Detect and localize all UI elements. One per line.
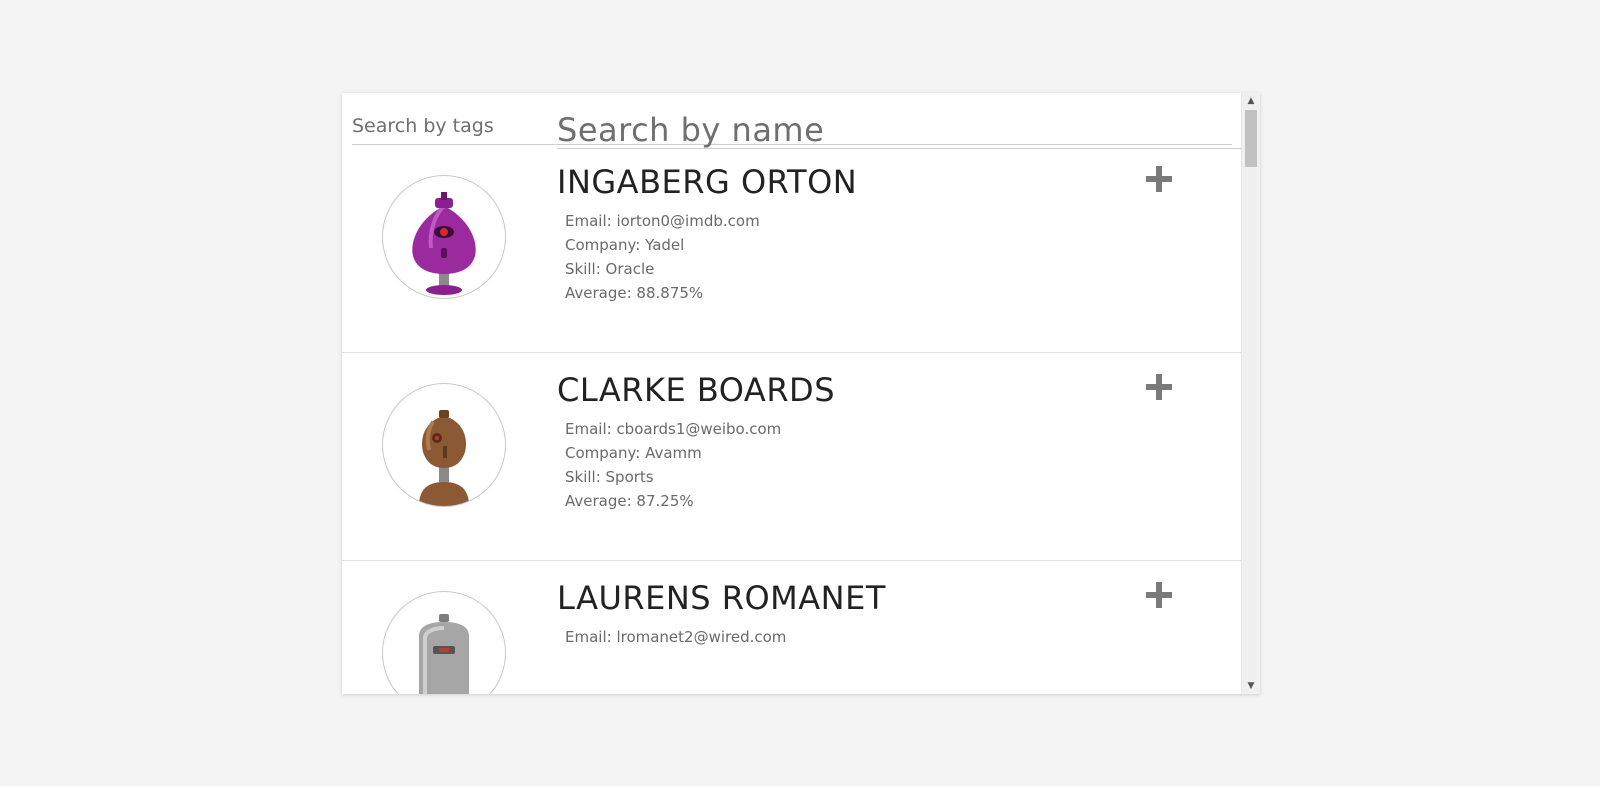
robot-avatar-gray-icon xyxy=(419,614,469,694)
plus-icon xyxy=(1146,166,1172,192)
expand-grades-button[interactable] xyxy=(1143,163,1175,195)
student-details: Email: iorton0@imdb.com Company: Yadel S… xyxy=(565,209,760,305)
student-average: Average: 88.875% xyxy=(565,284,704,302)
expand-grades-button[interactable] xyxy=(1143,579,1175,611)
student-row: LAURENS ROMANET Email: lromanet2@wired.c… xyxy=(342,561,1242,694)
student-name: LAURENS ROMANET xyxy=(557,579,886,617)
student-name: CLARKE BOARDS xyxy=(557,371,835,409)
robot-avatar-purple-icon xyxy=(412,192,476,295)
student-row: CLARKE BOARDS Email: cboards1@weibo.com … xyxy=(342,353,1242,561)
student-company: Company: Yadel xyxy=(565,236,685,254)
student-name: INGABERG ORTON xyxy=(557,163,858,201)
student-details: Email: lromanet2@wired.com xyxy=(565,625,786,649)
plus-icon xyxy=(1146,374,1172,400)
student-skill: Skill: Oracle xyxy=(565,260,655,278)
vertical-scrollbar[interactable]: ▲ ▼ xyxy=(1241,93,1260,694)
plus-icon xyxy=(1146,582,1172,608)
student-email: Email: cboards1@weibo.com xyxy=(565,420,782,438)
student-list-card: INGABERG ORTON Email: iorton0@imdb.com C… xyxy=(342,93,1260,694)
avatar xyxy=(382,175,506,299)
student-row: INGABERG ORTON Email: iorton0@imdb.com C… xyxy=(342,145,1242,353)
student-list-scroll-area[interactable]: INGABERG ORTON Email: iorton0@imdb.com C… xyxy=(342,93,1242,694)
expand-grades-button[interactable] xyxy=(1143,371,1175,403)
student-email: Email: lromanet2@wired.com xyxy=(565,628,787,646)
avatar xyxy=(382,591,506,694)
scrollbar-thumb[interactable] xyxy=(1245,110,1257,167)
chevron-up-icon[interactable]: ▲ xyxy=(1242,93,1260,109)
robot-avatar-brown-icon xyxy=(419,410,469,506)
chevron-down-icon[interactable]: ▼ xyxy=(1242,678,1260,694)
student-details: Email: cboards1@weibo.com Company: Avamm… xyxy=(565,417,781,513)
search-by-name-input[interactable] xyxy=(557,111,1242,149)
student-company: Company: Avamm xyxy=(565,444,702,462)
student-average: Average: 87.25% xyxy=(565,492,694,510)
student-skill: Skill: Sports xyxy=(565,468,654,486)
student-email: Email: iorton0@imdb.com xyxy=(565,212,760,230)
avatar xyxy=(382,383,506,507)
